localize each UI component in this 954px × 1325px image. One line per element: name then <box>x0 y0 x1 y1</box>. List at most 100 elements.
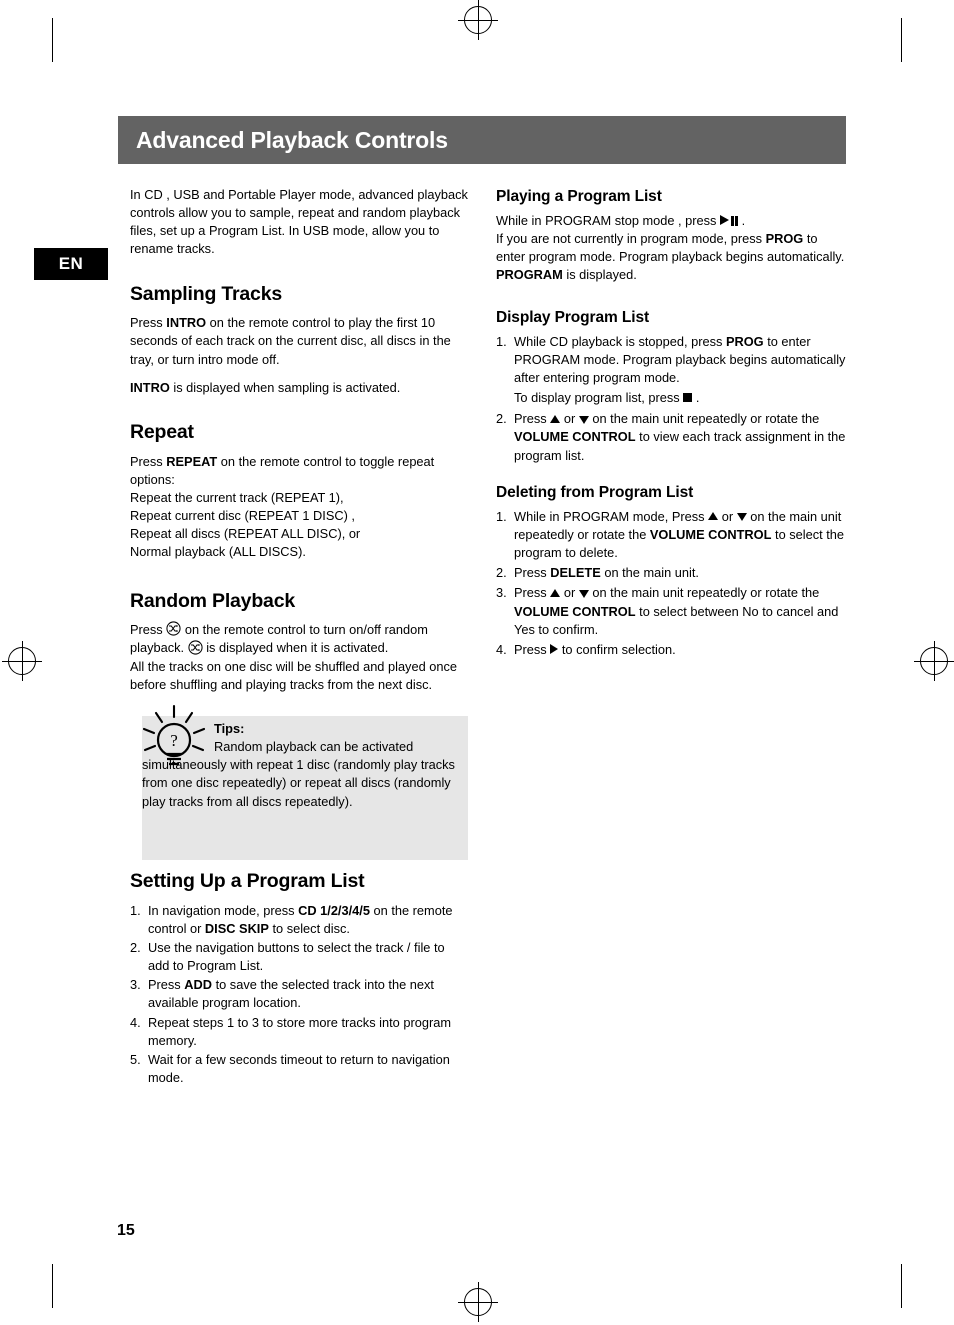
step-number: 4. <box>496 641 507 657</box>
list-item: 5. Wait for a few seconds timeout to ret… <box>130 1051 468 1087</box>
step-text-b: on the main unit repeatedly or rotate th… <box>592 411 820 427</box>
list-item: 1. In navigation mode, press CD 1/2/3/4/… <box>130 902 468 938</box>
heading-sampling-tracks: Sampling Tracks <box>130 282 282 305</box>
tips-line-1: Random playback can be activated <box>214 739 414 755</box>
crop-mark-bottom-right <box>901 1264 902 1308</box>
display-program-steps-list: 1. While CD playback is stopped, press P… <box>496 333 846 465</box>
step-number: 3. <box>496 585 507 601</box>
list-item: 3. Press ADD to save the selected track … <box>130 976 468 1012</box>
playing-p1-b: . <box>741 213 746 228</box>
sampling-paragraph-1: Press INTRO on the remote control to pla… <box>130 314 468 368</box>
shuffle-icon-2 <box>188 639 203 655</box>
step-text-or: or <box>563 411 576 427</box>
playing-p2-a: If you are not currently in program mode… <box>496 231 766 247</box>
step-number: 2. <box>496 411 507 427</box>
step-text-b: PROG <box>725 333 764 349</box>
list-item: 1. While in PROGRAM mode, Press or on th… <box>496 508 846 562</box>
heading-deleting-from-program-list: Deleting from Program List <box>496 483 694 501</box>
repeat-line-3: Repeat current disc (REPEAT 1 DISC) , <box>130 508 355 524</box>
step-text-d: To display program list, press <box>514 390 680 406</box>
step-number: 1. <box>496 508 507 524</box>
step-number: 1. <box>496 333 507 349</box>
step-text-a: Press <box>148 977 185 993</box>
deleting-program-steps-list: 1. While in PROGRAM mode, Press or on th… <box>496 508 846 659</box>
registration-mark-left <box>2 641 42 681</box>
step-number: 3. <box>130 977 141 993</box>
heading-display-program-list: Display Program List <box>496 308 650 326</box>
repeat-line-4: Repeat all discs (REPEAT ALL DISC), or <box>130 526 361 542</box>
list-item: 2. Use the navigation buttons to select … <box>130 939 468 975</box>
step-text-b: to confirm selection. <box>561 641 676 657</box>
heading-setting-up-program-list: Setting Up a Program List <box>130 869 365 892</box>
repeat-line-5: Normal playback (ALL DISCS). <box>130 544 306 560</box>
step-text-a: Press <box>514 585 547 601</box>
arrow-down-icon <box>578 415 589 424</box>
crop-mark-bottom-left <box>52 1264 53 1308</box>
lightbulb-icon: ? <box>138 704 210 776</box>
heading-playing-a-program-list: Playing a Program List <box>496 188 662 205</box>
language-tab: EN <box>34 248 108 280</box>
step-text-a: Repeat steps 1 to 3 to store more tracks… <box>148 1014 452 1048</box>
random-p1-a: Press <box>130 622 163 638</box>
playing-program-paragraph-1: While in PROGRAM stop mode , press . <box>496 212 846 230</box>
play-pause-icon <box>720 215 738 226</box>
step-text-a: Press <box>514 641 547 657</box>
arrow-up-icon <box>708 512 719 521</box>
playing-p2-bold-1: PROG <box>765 231 804 247</box>
step-text-c: VOLUME CONTROL <box>514 603 636 619</box>
repeat-p1-bold: REPEAT <box>166 453 218 469</box>
step-text-b: DELETE <box>550 565 601 581</box>
list-item: 2. Press DELETE on the main unit. <box>496 564 846 582</box>
playing-p1-a: While in PROGRAM stop mode , press <box>496 213 717 228</box>
sampling-p2-bold: INTRO <box>130 379 170 395</box>
step-text-or: or <box>563 585 576 601</box>
step-number: 1. <box>130 902 141 918</box>
arrow-down-icon <box>578 589 589 598</box>
step-text-a: In navigation mode, press <box>148 902 299 918</box>
step-text-e: to select disc. <box>268 920 350 936</box>
page-number: 15 <box>117 1222 135 1239</box>
step-text-c: VOLUME CONTROL <box>649 526 772 542</box>
step-text-c: VOLUME CONTROL <box>514 429 636 445</box>
step-text-or: or <box>721 508 734 524</box>
list-item: 4. Repeat steps 1 to 3 to store more tra… <box>130 1014 468 1050</box>
arrow-up-icon <box>550 588 561 597</box>
step-text-c: on the main unit. <box>600 565 699 581</box>
playing-program-paragraph-2: If you are not currently in program mode… <box>496 230 846 284</box>
registration-mark-top <box>458 0 498 40</box>
left-column: In CD , USB and Portable Player mode, ad… <box>130 186 468 1088</box>
tips-callout: ? Tips: Random playback can be activated… <box>130 704 468 868</box>
step-number: 2. <box>130 939 141 955</box>
step-text-a: Press <box>514 411 547 427</box>
repeat-paragraph-1: Press REPEAT on the remote control to to… <box>130 453 468 489</box>
playing-p2-e: is displayed. <box>562 267 637 283</box>
step-number: 2. <box>496 565 507 581</box>
arrow-up-icon <box>550 414 561 423</box>
sampling-paragraph-2: INTRO is displayed when sampling is acti… <box>130 379 468 397</box>
list-item: 1. While CD playback is stopped, press P… <box>496 333 846 408</box>
intro-paragraph: In CD , USB and Portable Player mode, ad… <box>130 187 468 257</box>
step-text-a: While in PROGRAM mode, Press <box>514 508 705 524</box>
playing-p2-bold-2: PROGRAM <box>496 267 563 283</box>
language-tab-label: EN <box>58 254 84 273</box>
list-item: 2. Press or on the main unit repeatedly … <box>496 410 846 464</box>
step-text-a: While CD playback is stopped, press <box>514 333 726 349</box>
random-p1-c: is displayed when it is activated. <box>206 640 389 656</box>
step-text-a: Wait for a few seconds timeout to return… <box>148 1051 450 1085</box>
step-text-b: CD 1/2/3/4/5 <box>298 902 370 918</box>
random-paragraph-1: Press on the remote control to turn on/o… <box>130 621 468 657</box>
crop-mark-top-left <box>52 18 53 62</box>
list-item: 4. Press to confirm selection. <box>496 641 846 659</box>
step-text-e: . <box>695 390 700 406</box>
sampling-p2-b: is displayed when sampling is activated. <box>169 379 401 395</box>
shuffle-icon <box>166 621 181 636</box>
step-number: 4. <box>130 1014 141 1030</box>
heading-repeat: Repeat <box>130 420 194 443</box>
stop-icon <box>683 393 693 403</box>
step-text-b: ADD <box>184 977 213 993</box>
random-paragraph-2: All the tracks on one disc will be shuff… <box>130 658 457 692</box>
registration-mark-bottom <box>458 1282 498 1322</box>
sampling-p1-a: Press <box>130 315 167 331</box>
svg-text:?: ? <box>170 731 178 750</box>
sampling-p1-bold: INTRO <box>166 315 207 331</box>
